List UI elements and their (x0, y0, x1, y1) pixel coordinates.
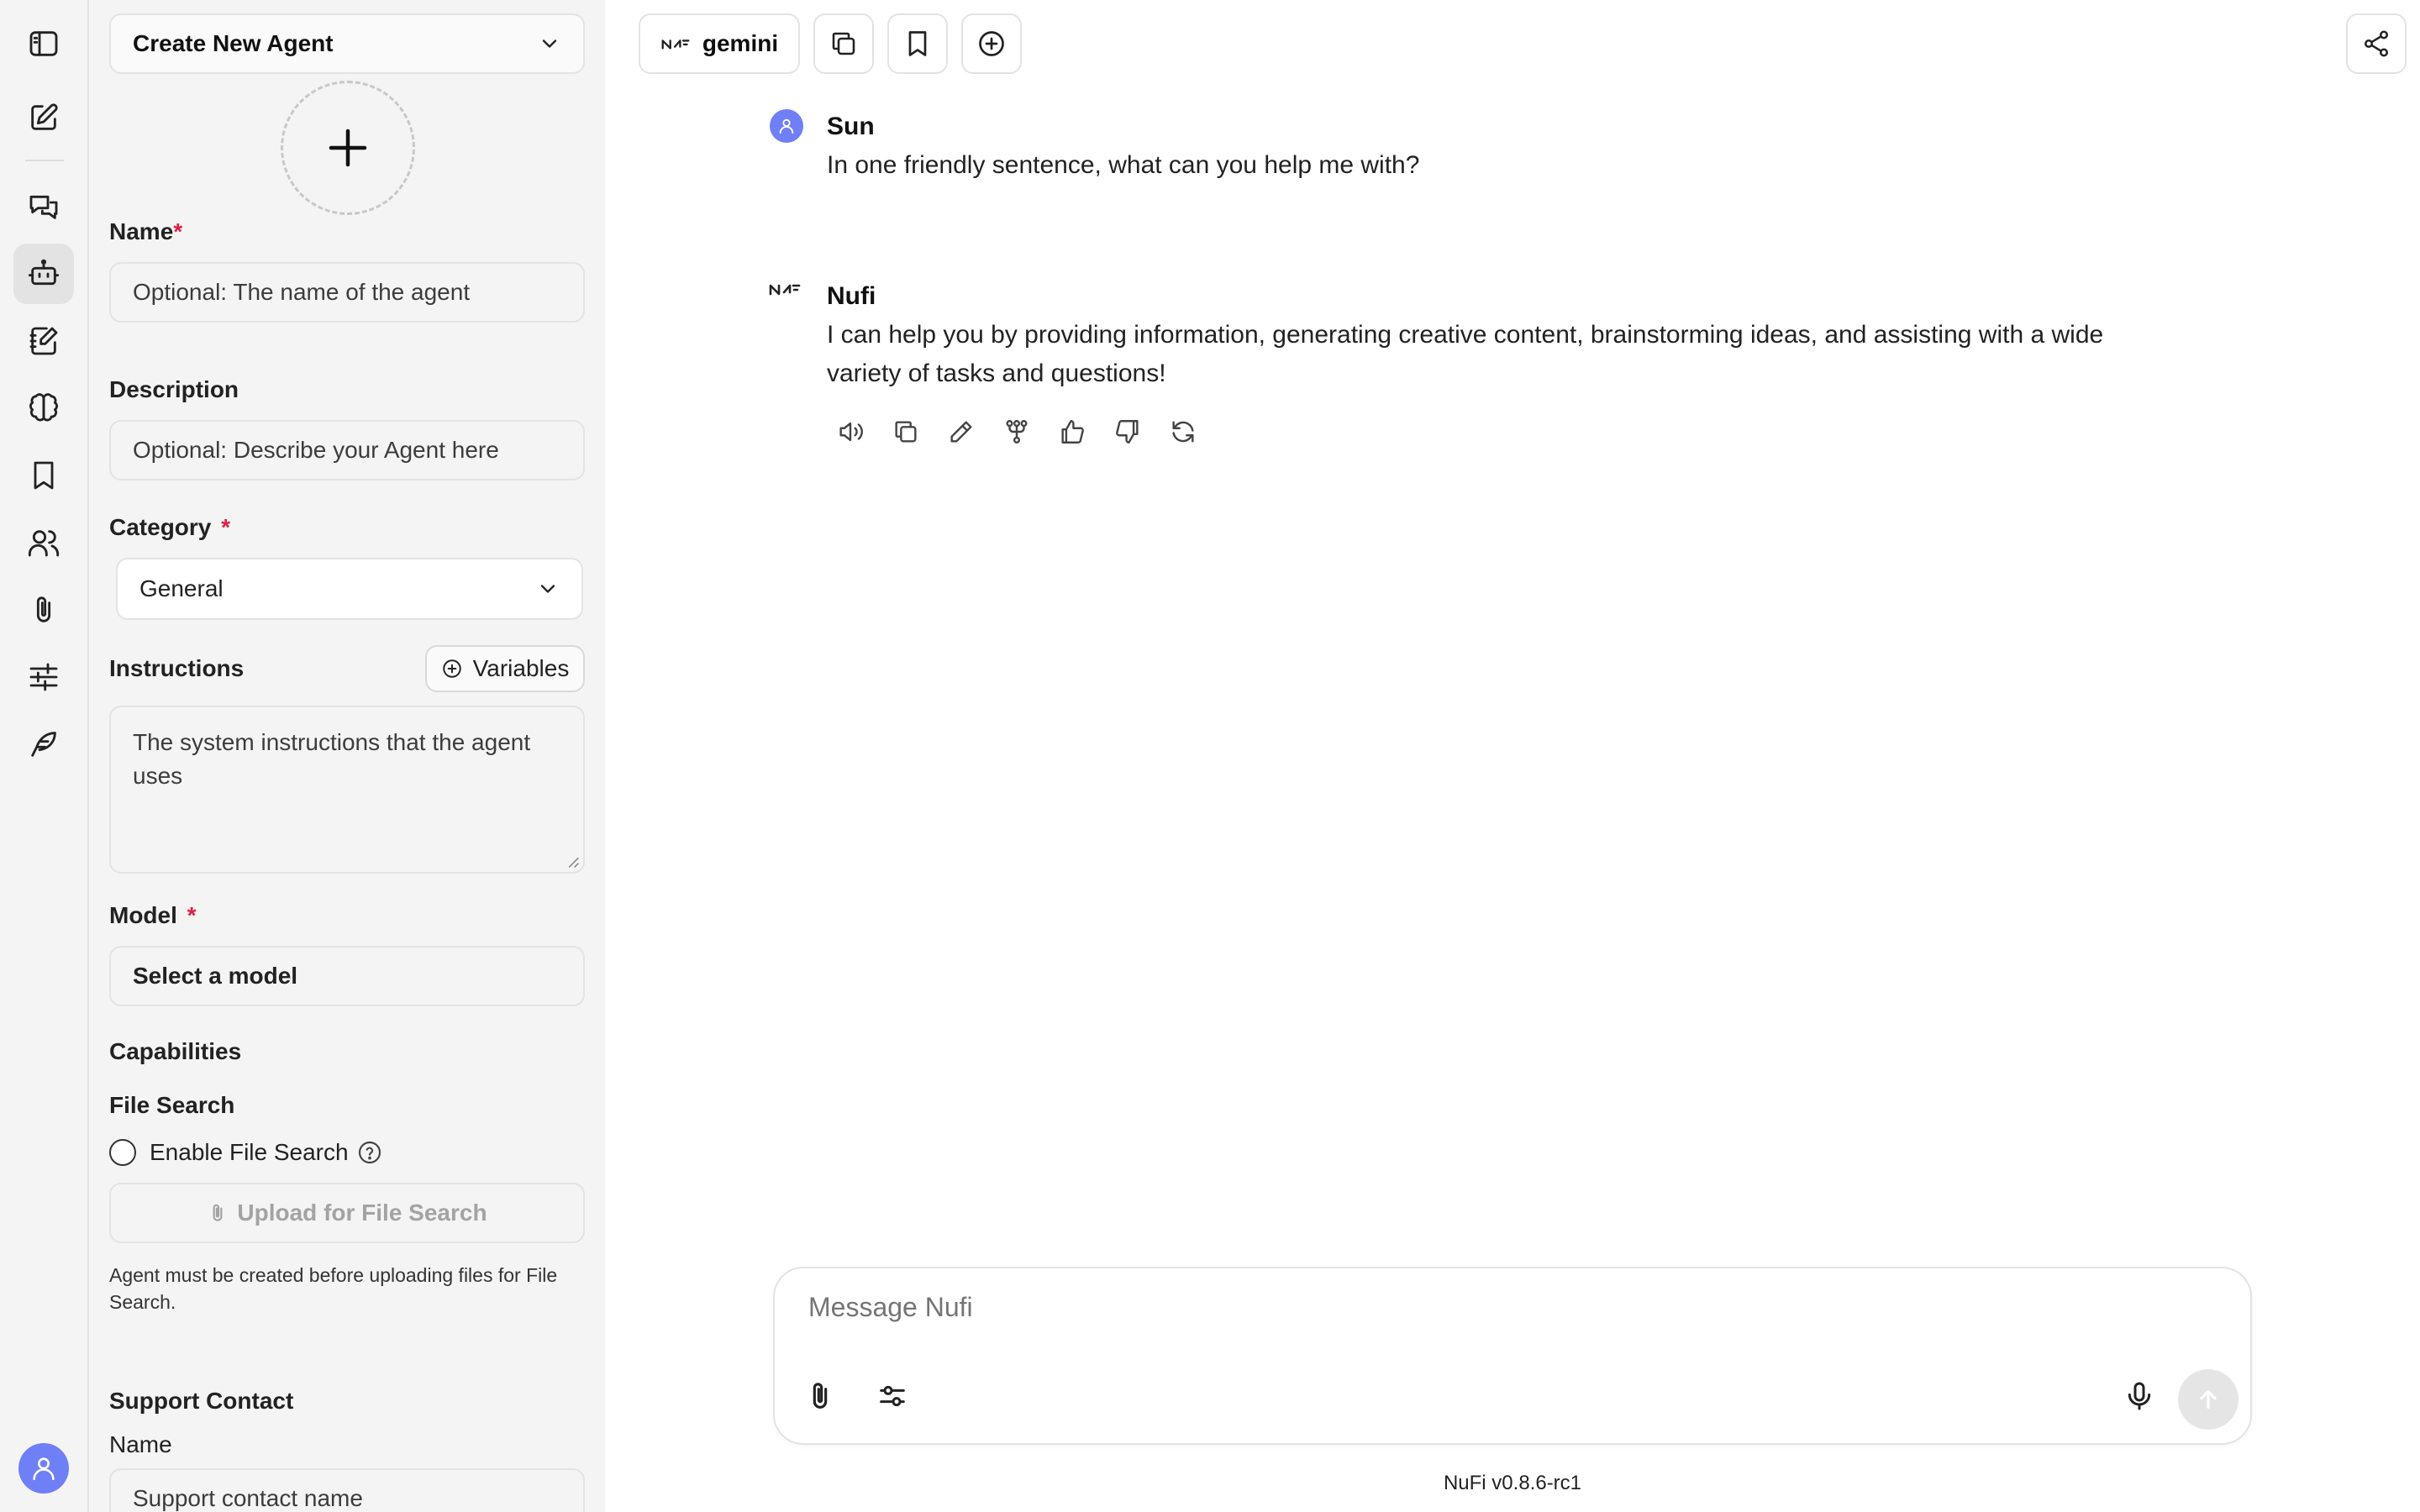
plus-circle-icon (442, 659, 461, 678)
model-selector-button[interactable]: gemini (639, 13, 800, 74)
category-value: General (139, 575, 224, 601)
settings-sliders-icon[interactable] (869, 1373, 916, 1420)
capabilities-label: Capabilities (109, 1038, 242, 1064)
parameters-sliders-icon[interactable] (13, 647, 74, 707)
name-label: Name* (109, 218, 183, 244)
enable-file-search-radio[interactable] (109, 1139, 136, 1166)
regenerate-icon[interactable] (1166, 415, 1200, 449)
instructions-placeholder: The system instructions that the agent u… (133, 729, 531, 789)
support-name-input[interactable]: Support contact name (109, 1468, 585, 1512)
variables-button[interactable]: Variables (425, 645, 585, 692)
message-sender: Nufi (827, 282, 876, 310)
model-name: gemini (702, 30, 779, 56)
add-button[interactable] (961, 13, 1022, 74)
variables-button-label: Variables (472, 655, 570, 681)
message-sender: Sun (827, 113, 875, 140)
bookmark-button[interactable] (887, 13, 948, 74)
upload-help-text: Agent must be created before uploading f… (109, 1264, 558, 1313)
agent-avatar-upload[interactable] (281, 81, 415, 215)
agent-select-dropdown[interactable]: Create New Agent (109, 13, 585, 74)
read-aloud-icon[interactable] (834, 415, 867, 449)
conversations-icon[interactable] (13, 176, 74, 237)
agent-name-input[interactable]: Optional: The name of the agent (109, 262, 585, 323)
user-avatar[interactable] (18, 1443, 69, 1494)
support-contact-label: Support Contact (109, 1388, 294, 1414)
share-icon (2364, 30, 2389, 57)
required-asterisk: * (221, 514, 231, 540)
agent-builder-panel: Create New Agent Name* Optional: The nam… (89, 0, 605, 1512)
agents-icon[interactable] (13, 244, 74, 304)
required-asterisk: * (173, 218, 183, 244)
message-composer (773, 1267, 2252, 1445)
fork-branch-icon[interactable] (1000, 415, 1034, 449)
plus-circle-icon (979, 31, 1004, 56)
attach-file-icon[interactable] (797, 1373, 844, 1420)
chevron-down-icon (540, 585, 555, 593)
thumbs-up-icon[interactable] (1055, 415, 1089, 449)
thumbs-down-icon[interactable] (1111, 415, 1144, 449)
edit-pencil-icon[interactable] (944, 415, 978, 449)
bookmark-icon (908, 31, 927, 56)
resize-handle-icon[interactable] (566, 855, 580, 869)
memory-brain-icon[interactable] (13, 378, 74, 438)
message-actions (834, 415, 1200, 449)
attachments-icon[interactable] (13, 580, 74, 640)
agent-description-placeholder: Optional: Describe your Agent here (133, 437, 499, 463)
nufi-logo-icon (661, 39, 690, 50)
users-icon[interactable] (13, 512, 74, 573)
arrow-up-icon (2200, 1390, 2217, 1409)
agent-name-placeholder: Optional: The name of the agent (133, 279, 471, 305)
category-label: Category * (109, 514, 231, 540)
send-button[interactable] (2178, 1369, 2238, 1430)
paperclip-icon (213, 1204, 223, 1221)
rail-divider (25, 160, 64, 161)
instructions-textarea[interactable]: The system instructions that the agent u… (109, 706, 585, 874)
instructions-label: Instructions (109, 655, 245, 681)
support-name-placeholder: Support contact name (133, 1485, 363, 1511)
user-avatar (770, 109, 803, 143)
plus-icon (329, 129, 367, 167)
required-asterisk: * (187, 902, 197, 928)
message-text: In one friendly sentence, what can you h… (827, 151, 1420, 179)
file-search-label: File Search (109, 1092, 235, 1118)
new-chat-icon[interactable] (13, 87, 74, 148)
model-select[interactable]: Select a model (109, 946, 585, 1006)
toggle-sidebar-icon[interactable] (13, 13, 74, 74)
message-text: I can help you by providing information,… (827, 321, 2104, 387)
copy-conversation-button[interactable] (813, 13, 874, 74)
category-select[interactable]: General (116, 558, 583, 620)
enable-file-search-label: Enable File Search (150, 1139, 349, 1165)
upload-file-search-button[interactable]: Upload for File Search (109, 1183, 585, 1243)
chevron-down-icon (542, 39, 557, 48)
microphone-icon[interactable] (2116, 1373, 2163, 1420)
icon-rail (0, 0, 89, 1512)
nufi-logo-icon (768, 272, 802, 306)
upload-button-label: Upload for File Search (237, 1200, 487, 1226)
version-footer: NuFi v0.8.6-rc1 (1443, 1472, 1582, 1494)
copy-icon[interactable] (889, 415, 923, 449)
model-select-label: Select a model (133, 963, 298, 989)
agent-select-label: Create New Agent (133, 30, 334, 56)
support-name-label: Name (109, 1431, 172, 1457)
duplicate-icon (832, 32, 855, 55)
agent-description-input[interactable]: Optional: Describe your Agent here (109, 420, 585, 480)
help-circle-icon[interactable] (356, 1139, 383, 1166)
prompts-icon[interactable] (13, 311, 74, 371)
description-label: Description (109, 376, 239, 402)
model-label: Model * (109, 902, 197, 928)
feather-icon[interactable] (13, 714, 74, 774)
share-button[interactable] (2346, 13, 2407, 74)
bookmarks-icon[interactable] (13, 445, 74, 506)
message-input[interactable] (808, 1292, 2153, 1323)
